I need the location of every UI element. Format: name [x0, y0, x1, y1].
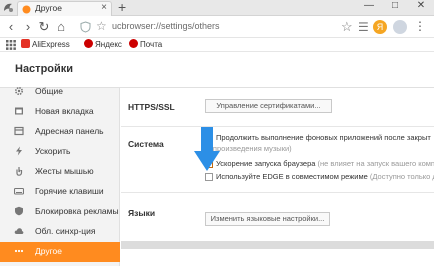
settings-sidebar: Общие Новая вкладка Адресная панель Уско…	[0, 86, 120, 266]
reload-button[interactable]: ↻	[37, 20, 51, 34]
settings-content: HTTPS/SSL Управление сертификатами... Си…	[121, 88, 434, 266]
bookmarks-list-icon[interactable]: ☰	[358, 20, 369, 34]
system-section-label: Система	[128, 139, 164, 149]
sidebar-item-other[interactable]: Другое	[0, 242, 120, 262]
adblock-icon	[15, 206, 23, 216]
sidebar-item-general[interactable]: Общие	[0, 82, 120, 102]
mail-icon	[129, 39, 138, 48]
aliexpress-icon	[21, 39, 30, 48]
bookmarks-bar: AliExpress Яндекс Почта	[0, 38, 434, 52]
back-button[interactable]: ‹	[4, 20, 18, 34]
manage-certificates-button[interactable]: Управление сертификатами...	[205, 99, 332, 113]
section-divider	[121, 126, 434, 127]
tab-close-icon[interactable]: ×	[101, 2, 107, 13]
sidebar-item-speedup[interactable]: Ускорить	[0, 142, 120, 162]
window-close-button[interactable]: ✕	[408, 0, 434, 15]
bookmark-aliexpress[interactable]: AliExpress	[21, 39, 70, 49]
avatar[interactable]	[393, 20, 407, 34]
settings-favicon-icon	[22, 5, 31, 14]
favorite-star-icon[interactable]: ☆	[96, 19, 107, 33]
address-bar-icon	[14, 126, 24, 136]
lightning-icon	[16, 146, 22, 156]
new-tab-icon	[15, 107, 23, 115]
edge-compat-label: Используйте EDGE в совместимом режиме (Д…	[216, 172, 434, 181]
sidebar-item-mouse-gestures[interactable]: Жесты мышью	[0, 162, 120, 182]
apps-grid-icon[interactable]	[6, 40, 16, 50]
annotation-arrow-icon	[194, 127, 220, 171]
address-input[interactable]: ucbrowser://settings/others	[112, 21, 220, 31]
window-maximize-button[interactable]: □	[382, 0, 408, 15]
menu-icon[interactable]: ⋮	[414, 19, 426, 33]
sidebar-item-new-tab[interactable]: Новая вкладка	[0, 102, 120, 122]
bookmark-add-icon[interactable]: ☆	[341, 19, 353, 35]
background-apps-label: Продолжить выполнение фоновых приложений…	[216, 133, 431, 142]
https-section-label: HTTPS/SSL	[128, 102, 175, 112]
languages-section-label: Языки	[128, 208, 156, 218]
startup-acceleration-label: Ускорение запуска браузера (не влияет на…	[216, 159, 434, 168]
home-button[interactable]: ⌂	[54, 20, 68, 34]
bookmark-yandex[interactable]: Яндекс	[84, 39, 122, 49]
shield-icon[interactable]	[80, 21, 91, 33]
new-tab-button[interactable]: +	[118, 0, 126, 15]
tab-others[interactable]: Другое ×	[17, 1, 112, 16]
sidebar-item-adblock[interactable]: Блокировка рекламы	[0, 202, 120, 222]
mouse-gesture-icon	[16, 167, 23, 176]
dots-icon	[14, 249, 24, 253]
window-minimize-button[interactable]: —	[356, 0, 382, 15]
yandex-icon	[84, 39, 93, 48]
horizontal-scrollbar[interactable]	[121, 241, 434, 249]
cloud-icon	[14, 228, 24, 234]
keyboard-icon	[14, 187, 24, 195]
tab-strip: Другое × + — □ ✕	[0, 0, 434, 16]
section-divider	[121, 192, 434, 193]
page-title: Настройки	[15, 63, 74, 75]
edge-compat-checkbox[interactable]	[205, 173, 213, 181]
sidebar-item-hotkeys[interactable]: Горячие клавиши	[0, 182, 120, 202]
forward-button[interactable]: ›	[21, 20, 35, 34]
sidebar-item-address-bar[interactable]: Адресная панель	[0, 122, 120, 142]
gear-icon	[14, 86, 24, 96]
change-language-button[interactable]: Изменить языковые настройки...	[205, 212, 330, 226]
search-engine-icon[interactable]: Я	[373, 20, 387, 34]
navigation-bar: ‹ › ↻ ⌂ ☆ ucbrowser://settings/others ☆ …	[0, 16, 434, 38]
uc-browser-logo-icon[interactable]	[2, 1, 15, 14]
bookmark-mail[interactable]: Почта	[129, 39, 162, 49]
sidebar-item-cloud-sync[interactable]: Обл. синхр-ция	[0, 222, 120, 242]
tab-title: Другое	[35, 3, 63, 13]
